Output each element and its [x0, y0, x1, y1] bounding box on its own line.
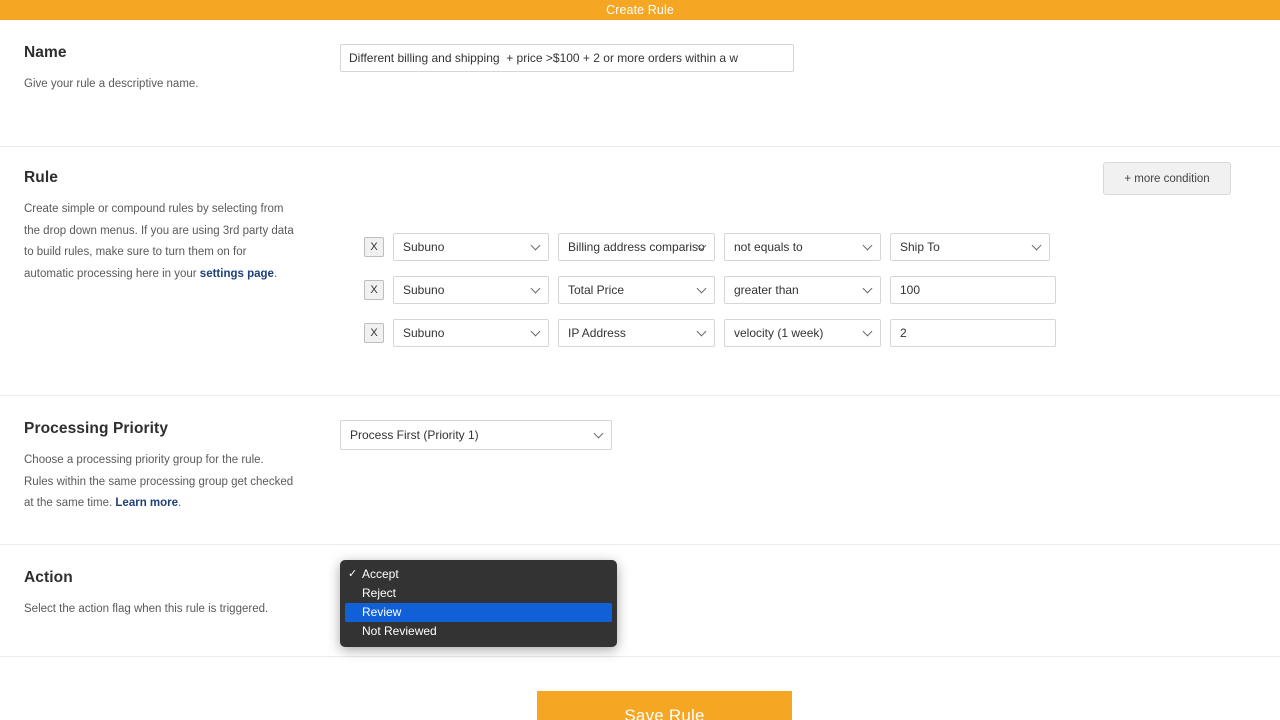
chevron-down-icon: [594, 429, 604, 439]
dropdown-option-review[interactable]: Review: [345, 603, 612, 622]
condition-field-select[interactable]: IP Address: [558, 319, 715, 347]
condition-field-select[interactable]: Total Price: [558, 276, 715, 304]
rule-section: Rule Create simple or compound rules by …: [0, 147, 1280, 396]
dropdown-option-label: Accept: [362, 567, 399, 581]
condition-operator-value: velocity (1 week): [734, 326, 837, 340]
rule-row: X Subuno IP Address velocity (1 week): [364, 319, 1056, 347]
condition-field-value: Total Price: [568, 283, 638, 297]
window-titlebar: Create Rule: [0, 0, 1280, 20]
rule-name-input[interactable]: [340, 44, 794, 72]
rule-section-left: Rule Create simple or compound rules by …: [24, 147, 340, 395]
chevron-down-icon: [531, 241, 541, 251]
dropdown-option-label: Review: [362, 605, 401, 619]
condition-value-value: Ship To: [900, 240, 954, 254]
condition-operator-value: not equals to: [734, 240, 817, 254]
name-heading: Name: [24, 44, 340, 62]
priority-description-suffix: .: [178, 497, 181, 509]
condition-field-value: Billing address comparison: [568, 240, 705, 254]
dropdown-option-reject[interactable]: Reject: [340, 584, 617, 603]
condition-source-value: Subuno: [403, 326, 458, 340]
chevron-down-icon: [1032, 241, 1042, 251]
dropdown-option-accept[interactable]: ✓ Accept: [340, 565, 617, 584]
condition-operator-select[interactable]: greater than: [724, 276, 881, 304]
chevron-down-icon: [697, 327, 707, 337]
rule-description: Create simple or compound rules by selec…: [24, 199, 296, 285]
check-icon: ✓: [348, 565, 357, 584]
rule-heading: Rule: [24, 169, 340, 187]
condition-operator-value: greater than: [734, 283, 813, 297]
action-section: Action Select the action flag when this …: [0, 545, 1280, 657]
chevron-down-icon: [531, 284, 541, 294]
condition-source-select[interactable]: Subuno: [393, 276, 549, 304]
dropdown-option-not-reviewed[interactable]: Not Reviewed: [340, 622, 617, 641]
name-section: Name Give your rule a descriptive name.: [0, 20, 1280, 147]
chevron-down-icon: [863, 284, 873, 294]
processing-priority-select[interactable]: Process First (Priority 1): [340, 420, 612, 450]
priority-description: Choose a processing priority group for t…: [24, 450, 296, 515]
priority-heading: Processing Priority: [24, 420, 340, 438]
chevron-down-icon: [697, 284, 707, 294]
save-rule-button[interactable]: Save Rule: [537, 691, 792, 720]
condition-value-select[interactable]: Ship To: [890, 233, 1050, 261]
settings-page-link[interactable]: settings page: [200, 268, 274, 280]
condition-field-value: IP Address: [568, 326, 640, 340]
chevron-down-icon: [531, 327, 541, 337]
chevron-down-icon: [863, 241, 873, 251]
condition-source-select[interactable]: Subuno: [393, 233, 549, 261]
condition-value-input[interactable]: [890, 319, 1056, 347]
rule-description-suffix: .: [274, 268, 277, 280]
priority-section-right: Process First (Priority 1): [340, 396, 1256, 544]
condition-source-value: Subuno: [403, 240, 458, 254]
dropdown-option-label: Not Reviewed: [362, 624, 437, 638]
learn-more-link[interactable]: Learn more: [115, 497, 178, 509]
rule-section-right: + more condition X Subuno Billing addres…: [340, 147, 1256, 395]
processing-priority-section: Processing Priority Choose a processing …: [0, 396, 1280, 545]
dropdown-option-label: Reject: [362, 586, 396, 600]
condition-value-input[interactable]: [890, 276, 1056, 304]
condition-source-select[interactable]: Subuno: [393, 319, 549, 347]
processing-priority-value: Process First (Priority 1): [350, 428, 493, 442]
chevron-down-icon: [863, 327, 873, 337]
action-heading: Action: [24, 569, 340, 587]
remove-condition-button[interactable]: X: [364, 237, 384, 257]
name-description: Give your rule a descriptive name.: [24, 74, 296, 96]
priority-section-left: Processing Priority Choose a processing …: [24, 396, 340, 544]
action-flag-dropdown-menu[interactable]: ✓ Accept Reject Review Not Reviewed: [340, 560, 617, 647]
condition-field-select[interactable]: Billing address comparison: [558, 233, 715, 261]
remove-condition-button[interactable]: X: [364, 323, 384, 343]
rule-row: X Subuno Total Price greater than: [364, 276, 1056, 304]
action-section-left: Action Select the action flag when this …: [24, 545, 340, 656]
rule-rows: X Subuno Billing address comparison not …: [364, 233, 1056, 362]
name-section-right: [340, 20, 1256, 146]
footer: Save Rule: [0, 657, 1280, 720]
rule-row: X Subuno Billing address comparison not …: [364, 233, 1056, 261]
name-section-left: Name Give your rule a descriptive name.: [24, 20, 340, 146]
remove-condition-button[interactable]: X: [364, 280, 384, 300]
page-title: Create Rule: [606, 3, 674, 17]
action-description: Select the action flag when this rule is…: [24, 599, 296, 621]
condition-operator-select[interactable]: velocity (1 week): [724, 319, 881, 347]
condition-operator-select[interactable]: not equals to: [724, 233, 881, 261]
condition-source-value: Subuno: [403, 283, 458, 297]
add-more-condition-button[interactable]: + more condition: [1103, 162, 1231, 195]
